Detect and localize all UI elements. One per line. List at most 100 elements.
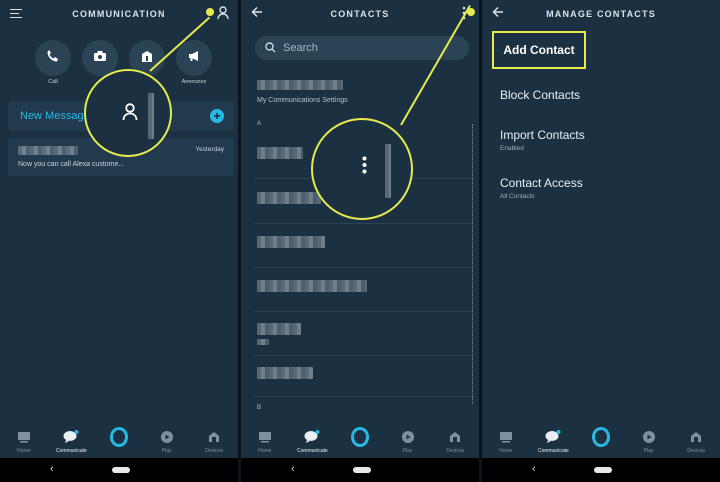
nav-home[interactable]: Home: [243, 428, 287, 454]
nav-label: Communicate: [537, 448, 569, 454]
blurred-edge: [148, 93, 154, 139]
person-icon: [122, 103, 138, 126]
nav-label: Home: [258, 448, 272, 454]
alexa-icon: [109, 427, 128, 447]
system-home-button[interactable]: [112, 467, 130, 473]
nav-label: Communicate: [55, 448, 87, 454]
nav-label: Play: [402, 448, 413, 454]
nav-alexa[interactable]: [579, 427, 623, 447]
person-icon[interactable]: [216, 6, 230, 22]
blurred-edge: [385, 144, 391, 198]
blurred-contact[interactable]: [257, 367, 313, 379]
blurred-contact[interactable]: [257, 192, 321, 204]
blurred-contact-sub: [257, 339, 269, 345]
block-contacts-item[interactable]: Block Contacts: [500, 88, 580, 102]
system-back-button[interactable]: ‹: [291, 463, 295, 475]
alexa-icon: [591, 427, 610, 447]
divider: [255, 311, 473, 312]
play-icon: [158, 428, 176, 446]
blurred-contact[interactable]: [257, 323, 301, 335]
section-header: A: [257, 121, 262, 127]
add-contact-button[interactable]: Add Contact: [492, 31, 586, 69]
divider: [255, 223, 473, 224]
callout-magnifier: [84, 69, 172, 157]
system-home-button[interactable]: [353, 467, 371, 473]
manage-contacts-screen: MANAGE CONTACTS Add Contact Block Contac…: [482, 0, 720, 482]
nav-play[interactable]: Play: [386, 428, 430, 454]
system-home-button[interactable]: [594, 467, 612, 473]
chat-bubble-icon: [303, 428, 321, 446]
callout-magnifier: [311, 118, 413, 220]
devices-icon: [687, 428, 705, 446]
nav-devices[interactable]: Devices: [433, 428, 477, 454]
quick-action-announce[interactable]: Announce: [175, 40, 213, 87]
import-contacts-item[interactable]: Import Contacts Enabled: [500, 128, 585, 152]
nav-alexa[interactable]: [97, 427, 141, 447]
hamburger-icon[interactable]: [10, 6, 26, 22]
system-back-button[interactable]: ‹: [50, 463, 54, 475]
nav-devices[interactable]: Devices: [192, 428, 236, 454]
quick-action-label: Announce: [181, 79, 207, 85]
search-icon: [265, 42, 277, 54]
nav-label: Play: [643, 448, 654, 454]
add-contact-label: Add Contact: [503, 43, 575, 57]
callout-dot: [467, 8, 475, 16]
blurred-contact[interactable]: [257, 236, 325, 248]
divider: [255, 267, 473, 268]
divider: [255, 355, 473, 356]
callout-dot: [206, 8, 214, 16]
manage-contacts-header: MANAGE CONTACTS: [482, 0, 720, 28]
back-arrow-icon[interactable]: [251, 6, 267, 22]
search-input[interactable]: [283, 42, 453, 54]
search-bar[interactable]: [255, 36, 469, 60]
nav-communicate[interactable]: Communicate: [49, 428, 93, 454]
nav-label: Home: [499, 448, 513, 454]
nav-alexa[interactable]: [338, 427, 382, 447]
home-icon: [497, 428, 515, 446]
more-vertical-icon: [362, 156, 367, 179]
nav-play[interactable]: Play: [627, 428, 671, 454]
contact-access-item[interactable]: Contact Access All Contacts: [500, 176, 583, 200]
nav-label: Devices: [205, 448, 224, 454]
alphabet-index-scrollbar[interactable]: [469, 124, 473, 404]
nav-devices[interactable]: Devices: [674, 428, 718, 454]
nav-home[interactable]: Home: [484, 428, 528, 454]
blurred-contact[interactable]: [257, 147, 303, 159]
chat-bubble-icon: [544, 428, 562, 446]
contacts-header: CONTACTS: [241, 0, 479, 28]
nav-label: Devices: [687, 448, 706, 454]
nav-label: Devices: [446, 448, 465, 454]
plus-icon[interactable]: +: [210, 109, 224, 123]
blurred-my-name: [257, 80, 343, 90]
menu-item-status: Enabled: [500, 145, 524, 152]
bottom-navigation: Home Communicate Play Devices: [0, 422, 238, 458]
system-back-button[interactable]: ‹: [532, 463, 536, 475]
nav-play[interactable]: Play: [145, 428, 189, 454]
back-arrow-icon[interactable]: [492, 6, 508, 22]
home-icon: [15, 428, 33, 446]
bottom-navigation: Home Communicate Play Devices: [241, 422, 479, 458]
new-message-label: New Message: [20, 110, 90, 122]
communication-screen: COMMUNICATION Call Announce New Message …: [0, 0, 238, 482]
devices-icon: [446, 428, 464, 446]
conversation-preview: Now you can call Alexa custome...: [18, 161, 125, 168]
megaphone-icon: [187, 49, 201, 68]
system-navigation-bar: ‹: [0, 458, 238, 482]
nav-label: Communicate: [296, 448, 328, 454]
menu-item-label: Import Contacts: [500, 128, 585, 142]
phone-icon: [46, 49, 60, 68]
contacts-screen: CONTACTS My Communications Settings A B: [241, 0, 479, 482]
screenshot-collage: COMMUNICATION Call Announce New Message …: [0, 0, 720, 482]
quick-action-call[interactable]: Call: [34, 40, 72, 87]
nav-communicate[interactable]: Communicate: [290, 428, 334, 454]
play-icon: [640, 428, 658, 446]
blurred-contact[interactable]: [257, 280, 367, 292]
quick-action-label: Call: [48, 79, 58, 85]
my-communications-settings-link[interactable]: My Communications Settings: [257, 97, 348, 104]
blurred-contact-name: [18, 146, 78, 155]
camera-icon: [93, 49, 107, 67]
menu-item-label: Contact Access: [500, 176, 583, 190]
nav-communicate[interactable]: Communicate: [531, 428, 575, 454]
nav-label: Play: [161, 448, 172, 454]
nav-home[interactable]: Home: [2, 428, 46, 454]
